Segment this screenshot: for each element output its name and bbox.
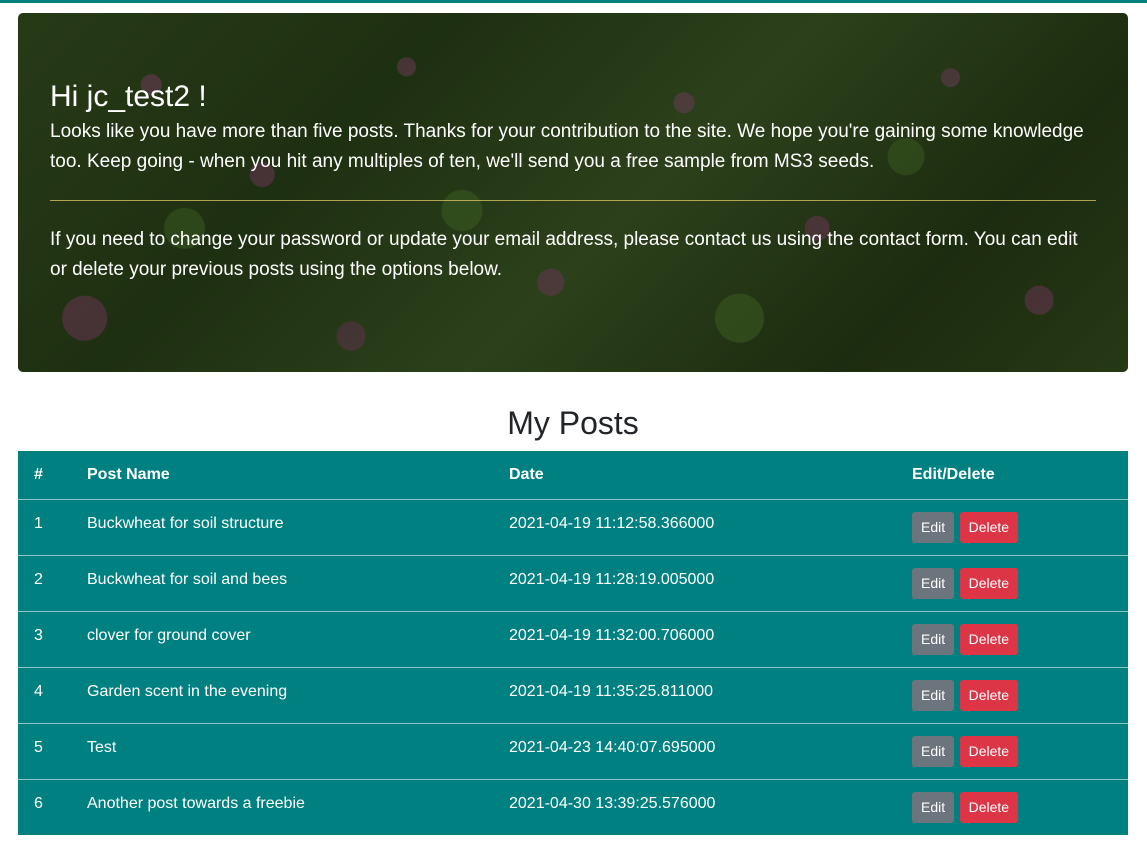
banner-divider: [50, 200, 1096, 201]
post-actions: Edit Delete: [896, 555, 1128, 612]
post-actions: Edit Delete: [896, 499, 1128, 556]
header-post-name: Post Name: [71, 451, 493, 500]
welcome-banner: Hi jc_test2 ! Looks like you have more t…: [18, 13, 1128, 372]
delete-button[interactable]: Delete: [959, 623, 1019, 655]
delete-button[interactable]: Delete: [959, 679, 1019, 711]
delete-button[interactable]: Delete: [959, 735, 1019, 767]
table-row: 1 Buckwheat for soil structure 2021-04-1…: [18, 499, 1128, 556]
edit-button[interactable]: Edit: [912, 511, 955, 543]
post-name: Test: [71, 723, 493, 780]
post-date: 2021-04-30 13:39:25.576000: [509, 794, 716, 812]
edit-button[interactable]: Edit: [912, 791, 955, 823]
edit-button[interactable]: Edit: [912, 735, 955, 767]
delete-button[interactable]: Delete: [959, 791, 1019, 823]
header-edit-delete: Edit/Delete: [896, 451, 1128, 500]
banner-content: Hi jc_test2 ! Looks like you have more t…: [50, 77, 1096, 285]
delete-button[interactable]: Delete: [959, 511, 1019, 543]
posts-table: # Post Name Date Edit/Delete 1 Buckwheat…: [18, 451, 1128, 835]
post-date: 2021-04-19 11:12:58.366000: [493, 499, 896, 556]
post-name: clover for ground cover: [71, 611, 493, 668]
post-date: 2021-04-19 11:35:25.811000: [493, 667, 896, 724]
post-number: 5: [18, 723, 71, 780]
post-actions: Edit Delete: [896, 723, 1128, 780]
post-name: Garden scent in the evening: [71, 667, 493, 724]
my-posts-title: My Posts: [507, 405, 639, 441]
post-name: Buckwheat for soil and bees: [71, 555, 493, 612]
post-actions: Edit Delete: [896, 667, 1128, 724]
table-header-row: # Post Name Date Edit/Delete: [18, 451, 1128, 500]
edit-button[interactable]: Edit: [912, 623, 955, 655]
greeting-heading: Hi jc_test2 !: [50, 80, 207, 113]
table-row: 4 Garden scent in the evening 2021-04-19…: [18, 667, 1128, 724]
post-date: 2021-04-23 14:40:07.695000: [493, 723, 896, 780]
post-number: 2: [18, 555, 71, 612]
table-row: 6 Another post towards a freebie 2021-04…: [18, 779, 1128, 835]
post-name: Buckwheat for soil structure: [71, 499, 493, 556]
edit-button[interactable]: Edit: [912, 567, 955, 599]
header-date: Date: [493, 451, 896, 500]
post-number: 6: [34, 794, 43, 812]
edit-button[interactable]: Edit: [912, 679, 955, 711]
table-row: 2 Buckwheat for soil and bees 2021-04-19…: [18, 555, 1128, 612]
post-actions: Edit Delete: [896, 611, 1128, 668]
top-accent-bar: [0, 0, 1147, 3]
post-date: 2021-04-19 11:32:00.706000: [493, 611, 896, 668]
post-number: 4: [18, 667, 71, 724]
account-instructions: If you need to change your password or u…: [50, 229, 1078, 280]
post-date: 2021-04-19 11:28:19.005000: [493, 555, 896, 612]
header-number: #: [18, 451, 71, 500]
post-number: 3: [18, 611, 71, 668]
contribution-message: Looks like you have more than five posts…: [50, 121, 1084, 172]
table-row: 3 clover for ground cover 2021-04-19 11:…: [18, 611, 1128, 668]
table-row: 5 Test 2021-04-23 14:40:07.695000 Edit D…: [18, 723, 1128, 780]
post-number: 1: [18, 499, 71, 556]
post-name: Another post towards a freebie: [87, 794, 305, 812]
post-actions: Edit Delete: [896, 779, 1128, 835]
delete-button[interactable]: Delete: [959, 567, 1019, 599]
